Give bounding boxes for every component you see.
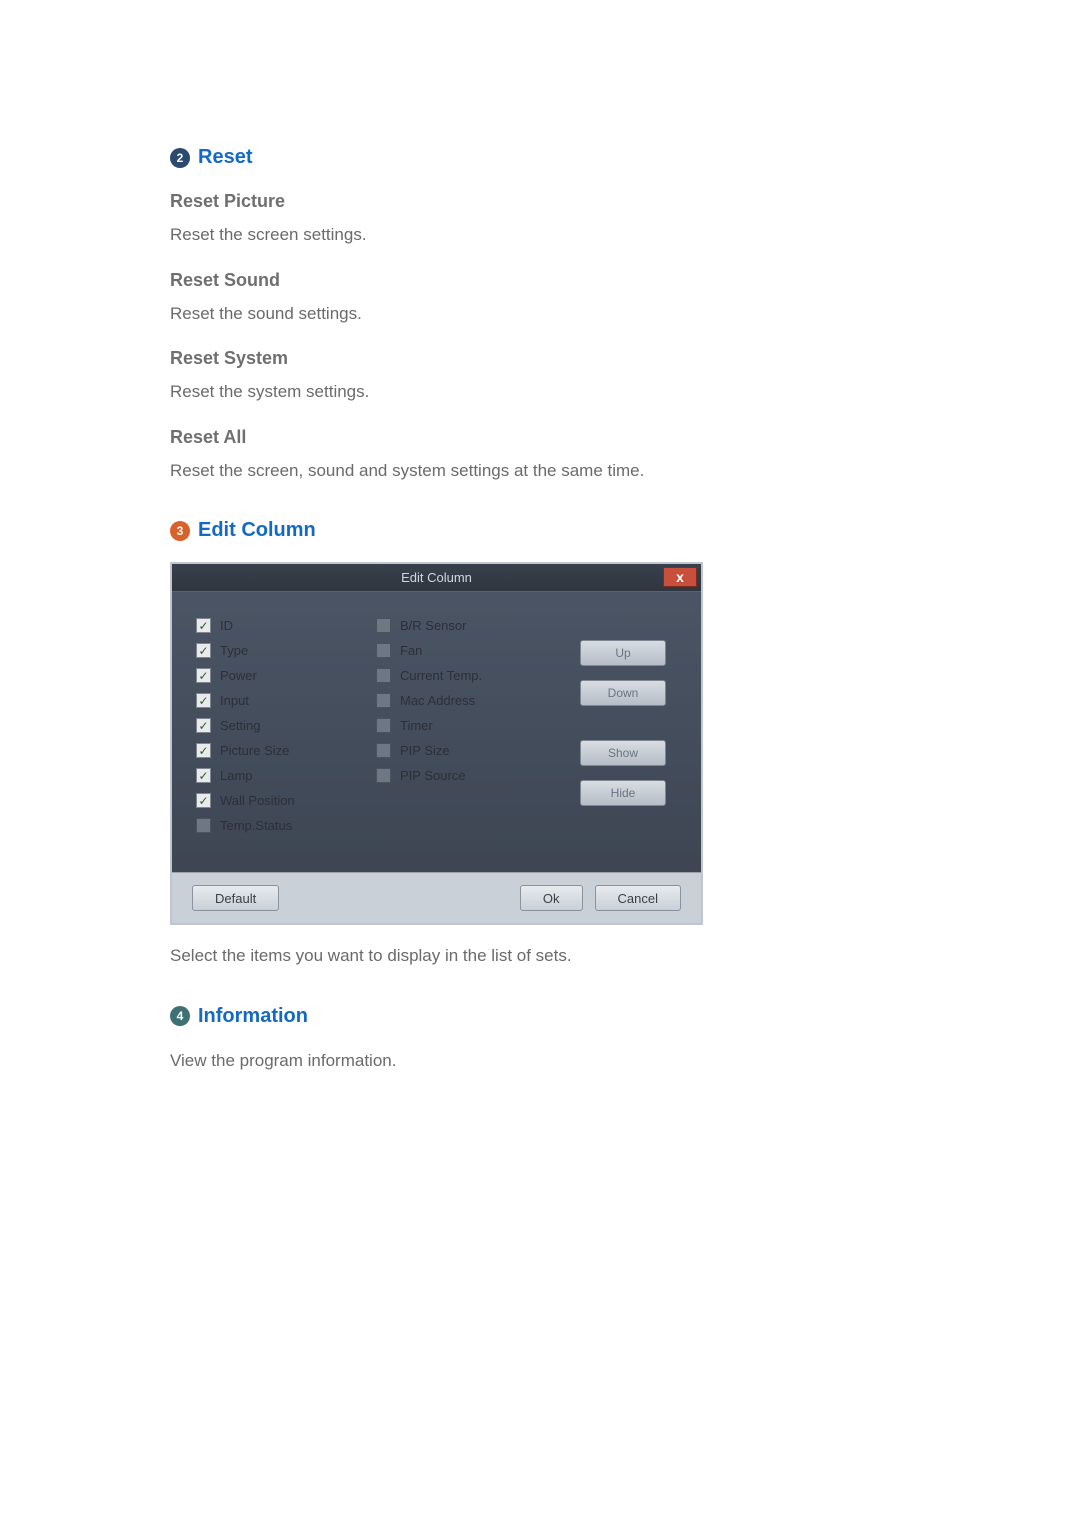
checkbox-column-2: B/R Sensor Fan Current Temp. Mac Address… bbox=[376, 618, 546, 854]
dialog-title: Edit Column bbox=[172, 570, 701, 585]
chk-label: Temp.Status bbox=[220, 818, 292, 833]
down-button[interactable]: Down bbox=[580, 680, 666, 706]
reset-picture-desc: Reset the screen settings. bbox=[170, 222, 920, 248]
section-edit-column-header: 3 Edit Column bbox=[170, 519, 920, 542]
chk-pip-source[interactable]: PIP Source bbox=[376, 768, 546, 783]
section-information-header: 4 Information bbox=[170, 1005, 920, 1028]
close-icon[interactable]: x bbox=[663, 567, 697, 587]
badge-4: 4 bbox=[170, 1006, 190, 1026]
dialog-body: ✓ID ✓Type ✓Power ✓Input ✓Setting ✓Pictur… bbox=[172, 592, 701, 872]
show-button[interactable]: Show bbox=[580, 740, 666, 766]
side-buttons: Up Down Show Hide bbox=[546, 618, 666, 854]
chk-timer[interactable]: Timer bbox=[376, 718, 546, 733]
reset-all-head: Reset All bbox=[170, 427, 920, 448]
chk-type[interactable]: ✓Type bbox=[196, 643, 376, 658]
edit-column-dialog: Edit Column x ✓ID ✓Type ✓Power ✓Input ✓S… bbox=[170, 562, 703, 925]
ok-button[interactable]: Ok bbox=[520, 885, 583, 911]
section-title-edit-column: Edit Column bbox=[198, 519, 316, 542]
chk-label: Lamp bbox=[220, 768, 253, 783]
reset-system-head: Reset System bbox=[170, 348, 920, 369]
reset-item-picture: Reset Picture Reset the screen settings. bbox=[170, 191, 920, 248]
dialog-titlebar: Edit Column x bbox=[172, 564, 701, 592]
section-title-reset: Reset bbox=[198, 146, 252, 169]
chk-label: Current Temp. bbox=[400, 668, 482, 683]
chk-pip-size[interactable]: PIP Size bbox=[376, 743, 546, 758]
reset-sound-head: Reset Sound bbox=[170, 270, 920, 291]
chk-fan[interactable]: Fan bbox=[376, 643, 546, 658]
section-title-information: Information bbox=[198, 1005, 308, 1028]
cancel-button[interactable]: Cancel bbox=[595, 885, 681, 911]
reset-item-system: Reset System Reset the system settings. bbox=[170, 348, 920, 405]
reset-item-sound: Reset Sound Reset the sound settings. bbox=[170, 270, 920, 327]
chk-label: PIP Source bbox=[400, 768, 466, 783]
badge-2: 2 bbox=[170, 148, 190, 168]
chk-label: Fan bbox=[400, 643, 422, 658]
up-button[interactable]: Up bbox=[580, 640, 666, 666]
chk-picture-size[interactable]: ✓Picture Size bbox=[196, 743, 376, 758]
information-desc: View the program information. bbox=[170, 1048, 920, 1074]
chk-label: PIP Size bbox=[400, 743, 450, 758]
dialog-footer: Default Ok Cancel bbox=[172, 872, 701, 923]
reset-picture-head: Reset Picture bbox=[170, 191, 920, 212]
chk-mac-address[interactable]: Mac Address bbox=[376, 693, 546, 708]
reset-sound-desc: Reset the sound settings. bbox=[170, 301, 920, 327]
chk-temp-status[interactable]: Temp.Status bbox=[196, 818, 376, 833]
chk-lamp[interactable]: ✓Lamp bbox=[196, 768, 376, 783]
chk-wall-position[interactable]: ✓Wall Position bbox=[196, 793, 376, 808]
chk-label: B/R Sensor bbox=[400, 618, 466, 633]
chk-label: Power bbox=[220, 668, 257, 683]
chk-label: Input bbox=[220, 693, 249, 708]
chk-label: Type bbox=[220, 643, 248, 658]
chk-label: Setting bbox=[220, 718, 260, 733]
chk-label: Mac Address bbox=[400, 693, 475, 708]
default-button[interactable]: Default bbox=[192, 885, 279, 911]
section-reset-header: 2 Reset bbox=[170, 146, 920, 169]
chk-label: Wall Position bbox=[220, 793, 295, 808]
hide-button[interactable]: Hide bbox=[580, 780, 666, 806]
reset-all-desc: Reset the screen, sound and system setti… bbox=[170, 458, 920, 484]
chk-id[interactable]: ✓ID bbox=[196, 618, 376, 633]
chk-power[interactable]: ✓Power bbox=[196, 668, 376, 683]
reset-item-all: Reset All Reset the screen, sound and sy… bbox=[170, 427, 920, 484]
chk-label: ID bbox=[220, 618, 233, 633]
checkbox-column-1: ✓ID ✓Type ✓Power ✓Input ✓Setting ✓Pictur… bbox=[196, 618, 376, 854]
chk-label: Timer bbox=[400, 718, 433, 733]
edit-column-caption: Select the items you want to display in … bbox=[170, 943, 920, 969]
chk-br-sensor[interactable]: B/R Sensor bbox=[376, 618, 546, 633]
reset-system-desc: Reset the system settings. bbox=[170, 379, 920, 405]
chk-input[interactable]: ✓Input bbox=[196, 693, 376, 708]
chk-label: Picture Size bbox=[220, 743, 289, 758]
chk-setting[interactable]: ✓Setting bbox=[196, 718, 376, 733]
badge-3: 3 bbox=[170, 521, 190, 541]
chk-current-temp[interactable]: Current Temp. bbox=[376, 668, 546, 683]
